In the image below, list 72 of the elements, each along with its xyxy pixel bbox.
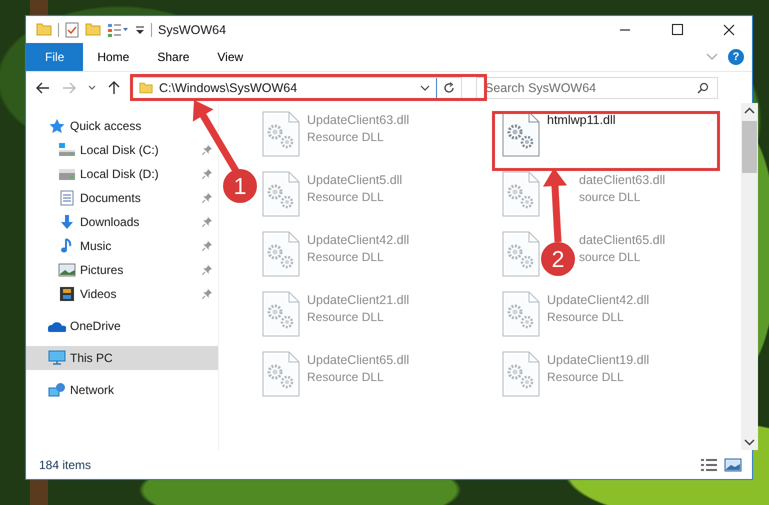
checklist-icon[interactable] <box>65 22 79 38</box>
pin-icon[interactable] <box>202 145 212 155</box>
file-type: Resource DLL <box>307 370 384 384</box>
dll-file-icon[interactable] <box>501 350 541 398</box>
dll-file-icon[interactable] <box>501 230 541 278</box>
expand-ribbon-icon[interactable] <box>706 53 718 61</box>
docs-icon <box>58 190 76 206</box>
pin-icon[interactable] <box>202 265 212 275</box>
dll-file-icon[interactable] <box>501 290 541 338</box>
pin-icon[interactable] <box>202 289 212 299</box>
step-badge: 2 <box>541 242 575 276</box>
up-icon[interactable] <box>108 80 120 94</box>
nav-item[interactable]: Documents <box>26 186 218 210</box>
pin-icon[interactable] <box>202 217 212 227</box>
help-button[interactable]: ? <box>728 49 744 65</box>
ribbon-tab[interactable]: File <box>26 43 84 71</box>
pin-icon[interactable] <box>202 193 212 203</box>
window-title: SysWOW64 <box>158 22 226 36</box>
videos-icon <box>58 286 76 302</box>
nav-item[interactable]: OneDrive <box>26 314 218 338</box>
pin-icon[interactable] <box>202 241 212 251</box>
dll-file-icon[interactable] <box>261 290 301 338</box>
refresh-icon[interactable] <box>443 82 455 94</box>
dll-file-icon[interactable] <box>261 350 301 398</box>
nav-item[interactable]: Videos <box>26 282 218 306</box>
pictures-icon <box>58 262 76 278</box>
nav-item[interactable]: Pictures <box>26 258 218 282</box>
nav-item[interactable]: Network <box>26 378 218 402</box>
file-type: Resource DLL <box>547 310 624 324</box>
star-icon <box>48 118 66 134</box>
scrollbar[interactable] <box>741 103 758 450</box>
search-icon[interactable] <box>697 82 709 94</box>
nav-item[interactable]: Local Disk (D:) <box>26 162 218 186</box>
customize-dropdown-icon[interactable] <box>135 24 145 34</box>
details-view-icon[interactable] <box>700 458 718 472</box>
file-name[interactable]: htmlwp11.dll <box>547 113 616 127</box>
step-badge: 1 <box>223 169 257 203</box>
folder-icon <box>139 82 153 94</box>
nav-item[interactable]: Music <box>26 234 218 258</box>
nav-item[interactable]: Quick access <box>26 114 218 138</box>
dropdown-icon[interactable] <box>420 84 430 90</box>
search-field[interactable]: Search SysWOW64 <box>476 76 718 98</box>
file-type: Resource DLL <box>307 130 384 144</box>
network-icon <box>48 382 66 398</box>
dll-file-icon[interactable] <box>261 170 301 218</box>
recent-locations-icon[interactable] <box>88 84 96 90</box>
pin-icon[interactable] <box>202 169 212 179</box>
folder-icon[interactable] <box>36 22 52 36</box>
dll-file-icon[interactable] <box>261 230 301 278</box>
item-count: 184 items <box>39 458 92 472</box>
file-type: Resource DLL <box>307 190 384 204</box>
forward-icon[interactable] <box>62 82 76 94</box>
file-type: Resource DLL <box>307 310 384 324</box>
file-type: source DLL <box>579 250 640 264</box>
address-path: C:\Windows\SysWOW64 <box>159 80 298 94</box>
file-type: source DLL <box>579 190 640 204</box>
dll-file-icon[interactable] <box>261 110 301 158</box>
nav-item[interactable]: Local Disk (C:) <box>26 138 218 162</box>
pc-icon <box>48 350 66 366</box>
large-icons-view-icon[interactable] <box>724 458 742 472</box>
scroll-thumb[interactable] <box>742 121 757 173</box>
drive-icon <box>58 166 76 182</box>
dll-file-icon[interactable] <box>501 170 541 218</box>
back-icon[interactable] <box>36 82 50 94</box>
file-type: Resource DLL <box>547 370 624 384</box>
drive-win-icon <box>58 142 76 158</box>
downloads-icon <box>58 214 76 230</box>
nav-item[interactable]: This PC <box>26 346 218 370</box>
properties-icon[interactable] <box>107 22 129 38</box>
nav-item[interactable]: Downloads <box>26 210 218 234</box>
folder-icon[interactable] <box>85 22 101 36</box>
file-type: Resource DLL <box>307 250 384 264</box>
